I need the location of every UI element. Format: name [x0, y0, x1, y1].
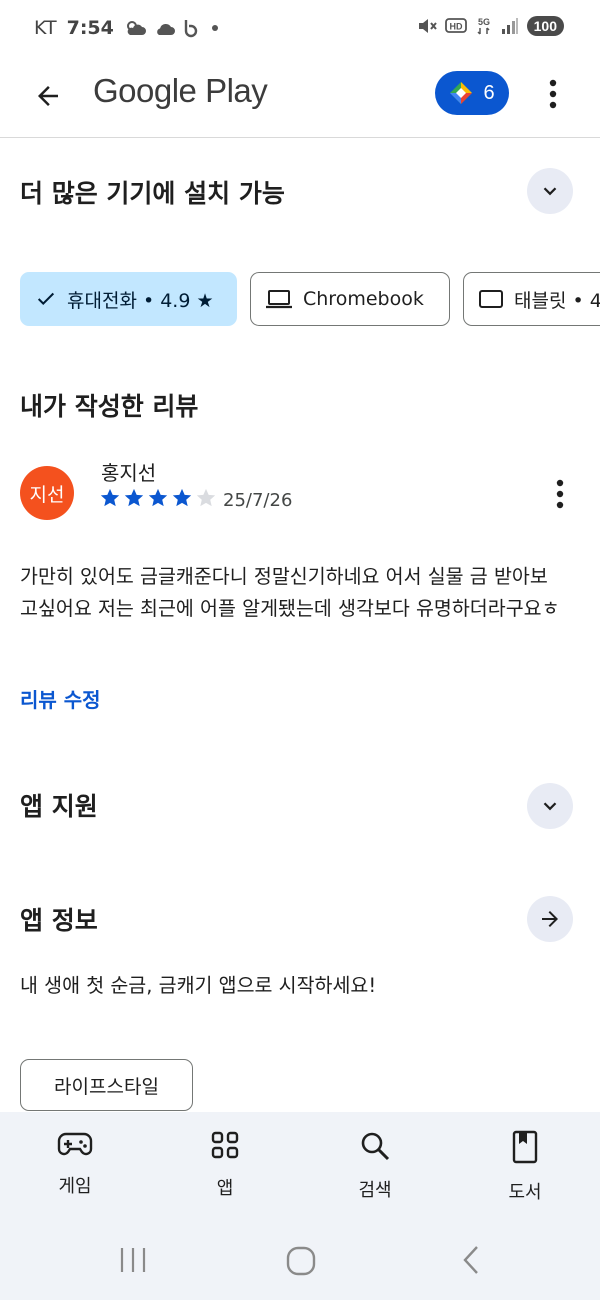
- weather-icon: [126, 21, 146, 35]
- star-filled-icon: [172, 488, 192, 507]
- device-chip-phone-label: 휴대전화 • 4.9 ★: [67, 289, 214, 312]
- back-button[interactable]: [26, 74, 70, 118]
- device-chip-chromebook-label: Chromebook: [303, 288, 424, 310]
- svg-text:5G: 5G: [478, 17, 490, 27]
- nav-item-books[interactable]: 도서: [470, 1130, 580, 1204]
- tablet-icon: [479, 290, 503, 308]
- search-icon: [361, 1132, 390, 1161]
- cloud-icon: [157, 24, 175, 35]
- category-tag-chip[interactable]: 라이프스타일: [20, 1059, 193, 1111]
- review-menu-button[interactable]: [546, 474, 574, 514]
- star-filled-icon: [100, 488, 120, 507]
- back-nav-icon[interactable]: [460, 1245, 482, 1275]
- rating-stars: [99, 487, 217, 509]
- overflow-menu-button[interactable]: [538, 72, 568, 116]
- star-filled-icon: [124, 488, 144, 507]
- arrow-back-icon: [38, 86, 58, 106]
- gamepad-icon: [57, 1132, 93, 1156]
- nav-label-books: 도서: [508, 1182, 542, 1203]
- nav-item-search[interactable]: 검색: [320, 1130, 430, 1202]
- b-app-icon: [184, 20, 198, 38]
- nav-label-search: 검색: [358, 1180, 392, 1201]
- bottom-navigation: 게임 앱 검색 도서: [0, 1112, 600, 1230]
- my-review-title: 내가 작성한 리뷰: [20, 392, 199, 421]
- play-points-icon: [450, 82, 473, 104]
- device-chip-chromebook[interactable]: Chromebook: [250, 272, 450, 326]
- apps-grid-icon: [211, 1131, 239, 1159]
- mute-icon: [418, 19, 437, 33]
- svg-text:HD: HD: [449, 22, 462, 32]
- chevron-down-icon: [543, 187, 557, 196]
- device-chip-tablet-label: 태블릿 • 4: [514, 289, 600, 312]
- app-info-open-button[interactable]: [527, 896, 573, 942]
- more-vert-icon: [556, 479, 564, 509]
- app-support-expand-button[interactable]: [527, 783, 573, 829]
- avatar: 지선: [20, 466, 74, 520]
- app-info-title: 앱 정보: [20, 906, 98, 935]
- app-bar: Google Play 6: [0, 58, 600, 138]
- book-icon: [512, 1130, 538, 1164]
- play-points-button[interactable]: 6: [435, 71, 509, 115]
- app-title: Google Play: [93, 72, 268, 109]
- review-text: 가만히 있어도 금글캐준다니 정말신기하네요 어서 실물 금 받아보고싶어요 저…: [20, 565, 560, 620]
- clock: 7:54: [66, 17, 114, 39]
- play-points-count: 6: [483, 81, 495, 104]
- recent-apps-icon[interactable]: [118, 1246, 148, 1274]
- devices-section-title: 더 많은 기기에 설치 가능: [20, 179, 285, 208]
- laptop-icon: [266, 290, 292, 309]
- edit-review-link[interactable]: 리뷰 수정: [20, 684, 101, 713]
- hd-voice-icon: HD: [444, 18, 467, 33]
- nav-label-apps: 앱: [216, 1178, 234, 1199]
- nav-item-games[interactable]: 게임: [20, 1130, 130, 1198]
- reviewer-name: 홍지선: [101, 461, 157, 485]
- more-vert-icon: [549, 79, 557, 109]
- star-empty-icon: [196, 488, 216, 507]
- devices-expand-button[interactable]: [527, 168, 573, 214]
- home-icon[interactable]: [286, 1246, 316, 1276]
- check-icon: [37, 292, 55, 306]
- device-chip-phone[interactable]: 휴대전화 • 4.9 ★: [20, 272, 237, 326]
- nav-item-apps[interactable]: 앱: [170, 1130, 280, 1200]
- carrier-label: KT: [34, 17, 57, 39]
- review-date: 25/7/26: [223, 490, 293, 511]
- 5g-icon: 5G: [477, 17, 490, 35]
- app-support-title: 앱 지원: [20, 792, 98, 821]
- nav-label-games: 게임: [58, 1176, 92, 1197]
- star-filled-icon: [148, 488, 168, 507]
- app-description: 내 생애 첫 순금, 금캐기 앱으로 시작하세요!: [20, 974, 377, 997]
- device-chip-tablet[interactable]: 태블릿 • 4: [463, 272, 600, 326]
- battery-indicator: 100: [526, 16, 564, 36]
- status-bar: KT 7:54 HD 5G 100: [0, 0, 600, 58]
- notification-dot-icon: [211, 25, 218, 31]
- chevron-down-icon: [543, 802, 557, 811]
- system-navigation-bar: [0, 1230, 600, 1300]
- signal-icon: [501, 18, 518, 34]
- arrow-forward-icon: [542, 911, 558, 927]
